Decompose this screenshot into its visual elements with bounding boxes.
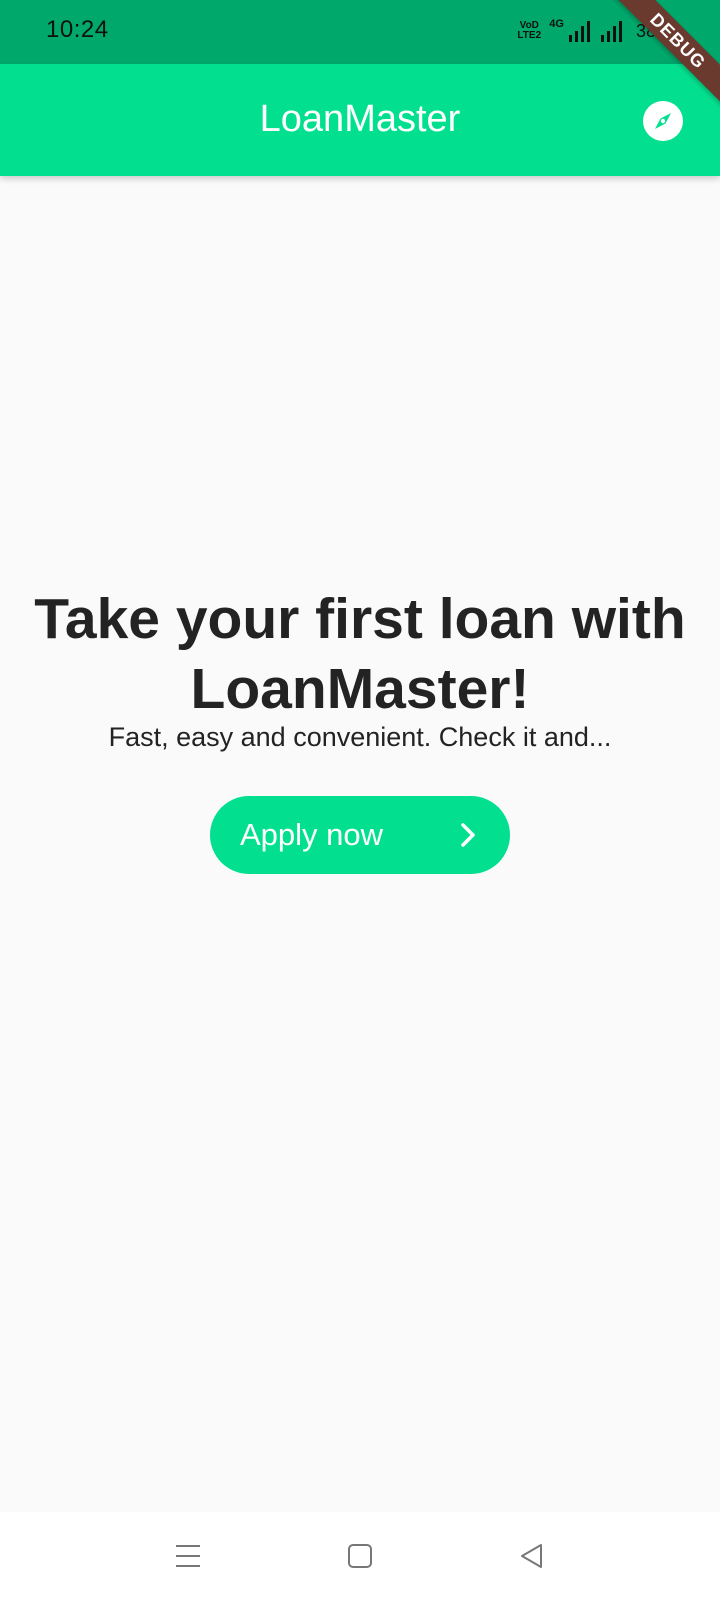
status-bar: 10:24 VoDLTE2 4G 38% (0, 0, 720, 64)
signal-icon-2 (600, 21, 622, 42)
apply-now-label: Apply now (240, 817, 384, 852)
headline: Take your first loan with LoanMaster! (34, 587, 686, 721)
menu-icon[interactable] (170, 1538, 206, 1574)
app-bar: LoanMaster (0, 64, 720, 176)
app-screen: 10:24 VoDLTE2 4G 38% DEBUG LoanMaster (0, 0, 720, 1600)
app-title: LoanMaster (259, 98, 461, 140)
navigation-bar (0, 1512, 720, 1600)
signal-icon (568, 21, 590, 42)
subtitle: Fast, easy and convenient. Check it and.… (108, 722, 612, 752)
back-icon[interactable] (514, 1538, 550, 1574)
chevron-right-icon (461, 823, 475, 847)
home-icon[interactable] (342, 1538, 378, 1574)
network-type-label: 4G (549, 18, 564, 30)
apply-now-button[interactable]: Apply now (210, 796, 510, 874)
status-time: 10:24 (46, 16, 109, 43)
volte-icon: VoD LTE2 (517, 20, 542, 41)
compass-icon[interactable] (642, 100, 684, 142)
